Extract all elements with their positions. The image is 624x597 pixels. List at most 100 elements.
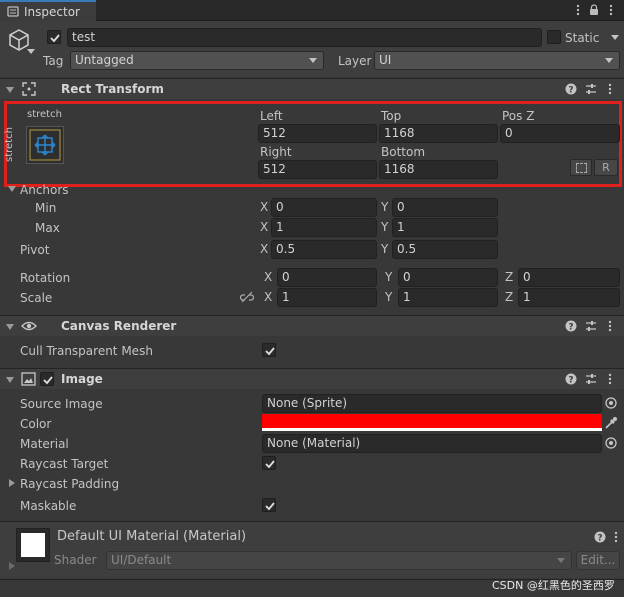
svg-text:?: ? xyxy=(568,323,573,333)
min-y-axis: Y xyxy=(381,200,389,214)
presets-icon[interactable] xyxy=(585,83,597,95)
material-title: Default UI Material (Material) xyxy=(57,529,247,544)
canvas-help-icon[interactable]: ? xyxy=(565,320,577,333)
scale-z-axis: Z xyxy=(505,290,514,304)
max-y-axis: Y xyxy=(381,220,389,234)
help-icon[interactable]: ? xyxy=(565,83,577,96)
static-dropdown-icon[interactable] xyxy=(611,35,619,40)
image-enabled-checkbox[interactable] xyxy=(40,372,54,386)
image-header[interactable]: Image ? xyxy=(0,368,624,389)
max-y-input[interactable]: 1 xyxy=(392,218,498,237)
image-foldout-icon[interactable] xyxy=(6,377,14,383)
static-label: Static xyxy=(565,31,600,45)
rotation-y-input[interactable]: 0 xyxy=(398,268,498,287)
pivot-x-input[interactable]: 0.5 xyxy=(271,240,377,259)
pivot-y-input[interactable]: 0.5 xyxy=(392,240,498,259)
image-component-icon xyxy=(21,372,36,386)
material-foldout-icon[interactable] xyxy=(9,562,15,570)
anchor-preset-v-label: stretch xyxy=(4,127,15,162)
scale-x-input[interactable]: 1 xyxy=(277,288,377,307)
blueprint-icon xyxy=(576,163,587,173)
eye-icon xyxy=(21,320,37,332)
min-x-input[interactable]: 0 xyxy=(271,198,377,217)
top-input[interactable]: 1168 xyxy=(379,124,498,143)
shader-value: UI/Default xyxy=(111,553,172,567)
bottom-input[interactable]: 1168 xyxy=(379,160,498,179)
canvas-presets-icon[interactable] xyxy=(585,320,597,332)
layer-dropdown-arrow-icon xyxy=(605,58,613,63)
component-menu-icon[interactable] xyxy=(605,83,617,95)
anchor-presets-button[interactable] xyxy=(26,126,64,164)
shader-dropdown-arrow-icon xyxy=(557,558,565,563)
rotation-x-input[interactable]: 0 xyxy=(277,268,377,287)
tag-dropdown-arrow-icon xyxy=(309,58,317,63)
left-input[interactable]: 512 xyxy=(258,124,377,143)
object-name-input[interactable]: test xyxy=(67,28,542,47)
right-input[interactable]: 512 xyxy=(258,160,377,179)
svg-text:?: ? xyxy=(568,376,573,386)
pivot-label: Pivot xyxy=(20,243,50,257)
maskable-checkbox[interactable] xyxy=(262,498,276,512)
tag-value: Untagged xyxy=(75,53,134,67)
raycast-target-checkbox[interactable] xyxy=(262,456,276,470)
rot-x-axis: X xyxy=(264,270,273,284)
canvas-renderer-title: Canvas Renderer xyxy=(61,319,177,333)
right-label: Right xyxy=(260,145,292,159)
constrain-proportions-icon[interactable] xyxy=(239,291,255,303)
scale-y-axis: Y xyxy=(385,290,393,304)
edit-shader-button[interactable]: Edit... xyxy=(576,551,620,570)
tag-label: Tag xyxy=(43,54,64,68)
tag-dropdown[interactable]: Untagged xyxy=(70,51,324,70)
color-swatch[interactable] xyxy=(262,414,602,431)
eyedropper-icon[interactable] xyxy=(604,416,618,430)
raw-edit-button[interactable]: R xyxy=(594,159,618,176)
material-menu-icon[interactable] xyxy=(611,531,623,543)
material-preview-panel: Default UI Material (Material) ? Shader … xyxy=(0,522,624,578)
layer-value: UI xyxy=(379,53,392,67)
canvas-renderer-header[interactable]: Canvas Renderer ? xyxy=(0,315,624,336)
raycast-target-label: Raycast Target xyxy=(20,457,109,471)
max-label: Max xyxy=(35,221,60,235)
scale-x-axis: X xyxy=(264,290,273,304)
source-image-picker-icon[interactable] xyxy=(604,396,618,410)
posz-input[interactable]: 0 xyxy=(500,124,620,143)
shader-dropdown[interactable]: UI/Default xyxy=(106,551,572,570)
tab-inspector[interactable]: Inspector xyxy=(0,0,96,21)
material-help-icon[interactable]: ? xyxy=(594,531,606,544)
scale-z-input[interactable]: 1 xyxy=(518,288,620,307)
raw-edit-label: R xyxy=(602,161,610,174)
canvas-foldout-icon[interactable] xyxy=(6,324,14,330)
image-help-icon[interactable]: ? xyxy=(565,373,577,386)
blueprint-mode-button[interactable] xyxy=(570,159,592,176)
layer-dropdown[interactable]: UI xyxy=(374,51,620,70)
rotation-z-input[interactable]: 0 xyxy=(518,268,620,287)
source-image-field[interactable]: None (Sprite) xyxy=(262,394,602,413)
kebab-menu-icon[interactable] xyxy=(606,4,616,16)
active-checkbox[interactable] xyxy=(47,30,61,44)
static-checkbox[interactable] xyxy=(547,30,561,44)
image-menu-icon[interactable] xyxy=(605,373,617,385)
anchors-foldout-icon[interactable] xyxy=(8,186,16,192)
icon-dropdown-arrow-icon[interactable] xyxy=(27,49,35,54)
material-field[interactable]: None (Material) xyxy=(262,434,602,453)
canvas-menu-icon[interactable] xyxy=(605,320,617,332)
image-presets-icon[interactable] xyxy=(585,373,597,385)
lock-icon[interactable] xyxy=(589,4,599,16)
min-y-input[interactable]: 0 xyxy=(392,198,498,217)
min-x-axis: X xyxy=(260,200,269,214)
rotation-label: Rotation xyxy=(20,271,71,285)
max-x-input[interactable]: 1 xyxy=(271,218,377,237)
gameobject-header: test Static Tag Untagged Layer UI xyxy=(0,21,624,77)
color-label: Color xyxy=(20,417,52,431)
cull-transparent-mesh-checkbox[interactable] xyxy=(262,343,276,357)
anchor-preset-h-label: stretch xyxy=(27,109,62,120)
rect-transform-title: Rect Transform xyxy=(61,82,164,96)
foldout-arrow-icon[interactable] xyxy=(6,87,14,93)
rect-transform-header[interactable]: Rect Transform ? xyxy=(0,78,624,99)
raycast-padding-foldout-icon[interactable] xyxy=(9,479,15,487)
scale-y-input[interactable]: 1 xyxy=(398,288,498,307)
material-label: Material xyxy=(20,437,69,451)
more-icon[interactable] xyxy=(573,4,583,16)
material-picker-icon[interactable] xyxy=(604,436,618,450)
min-label: Min xyxy=(35,201,57,215)
